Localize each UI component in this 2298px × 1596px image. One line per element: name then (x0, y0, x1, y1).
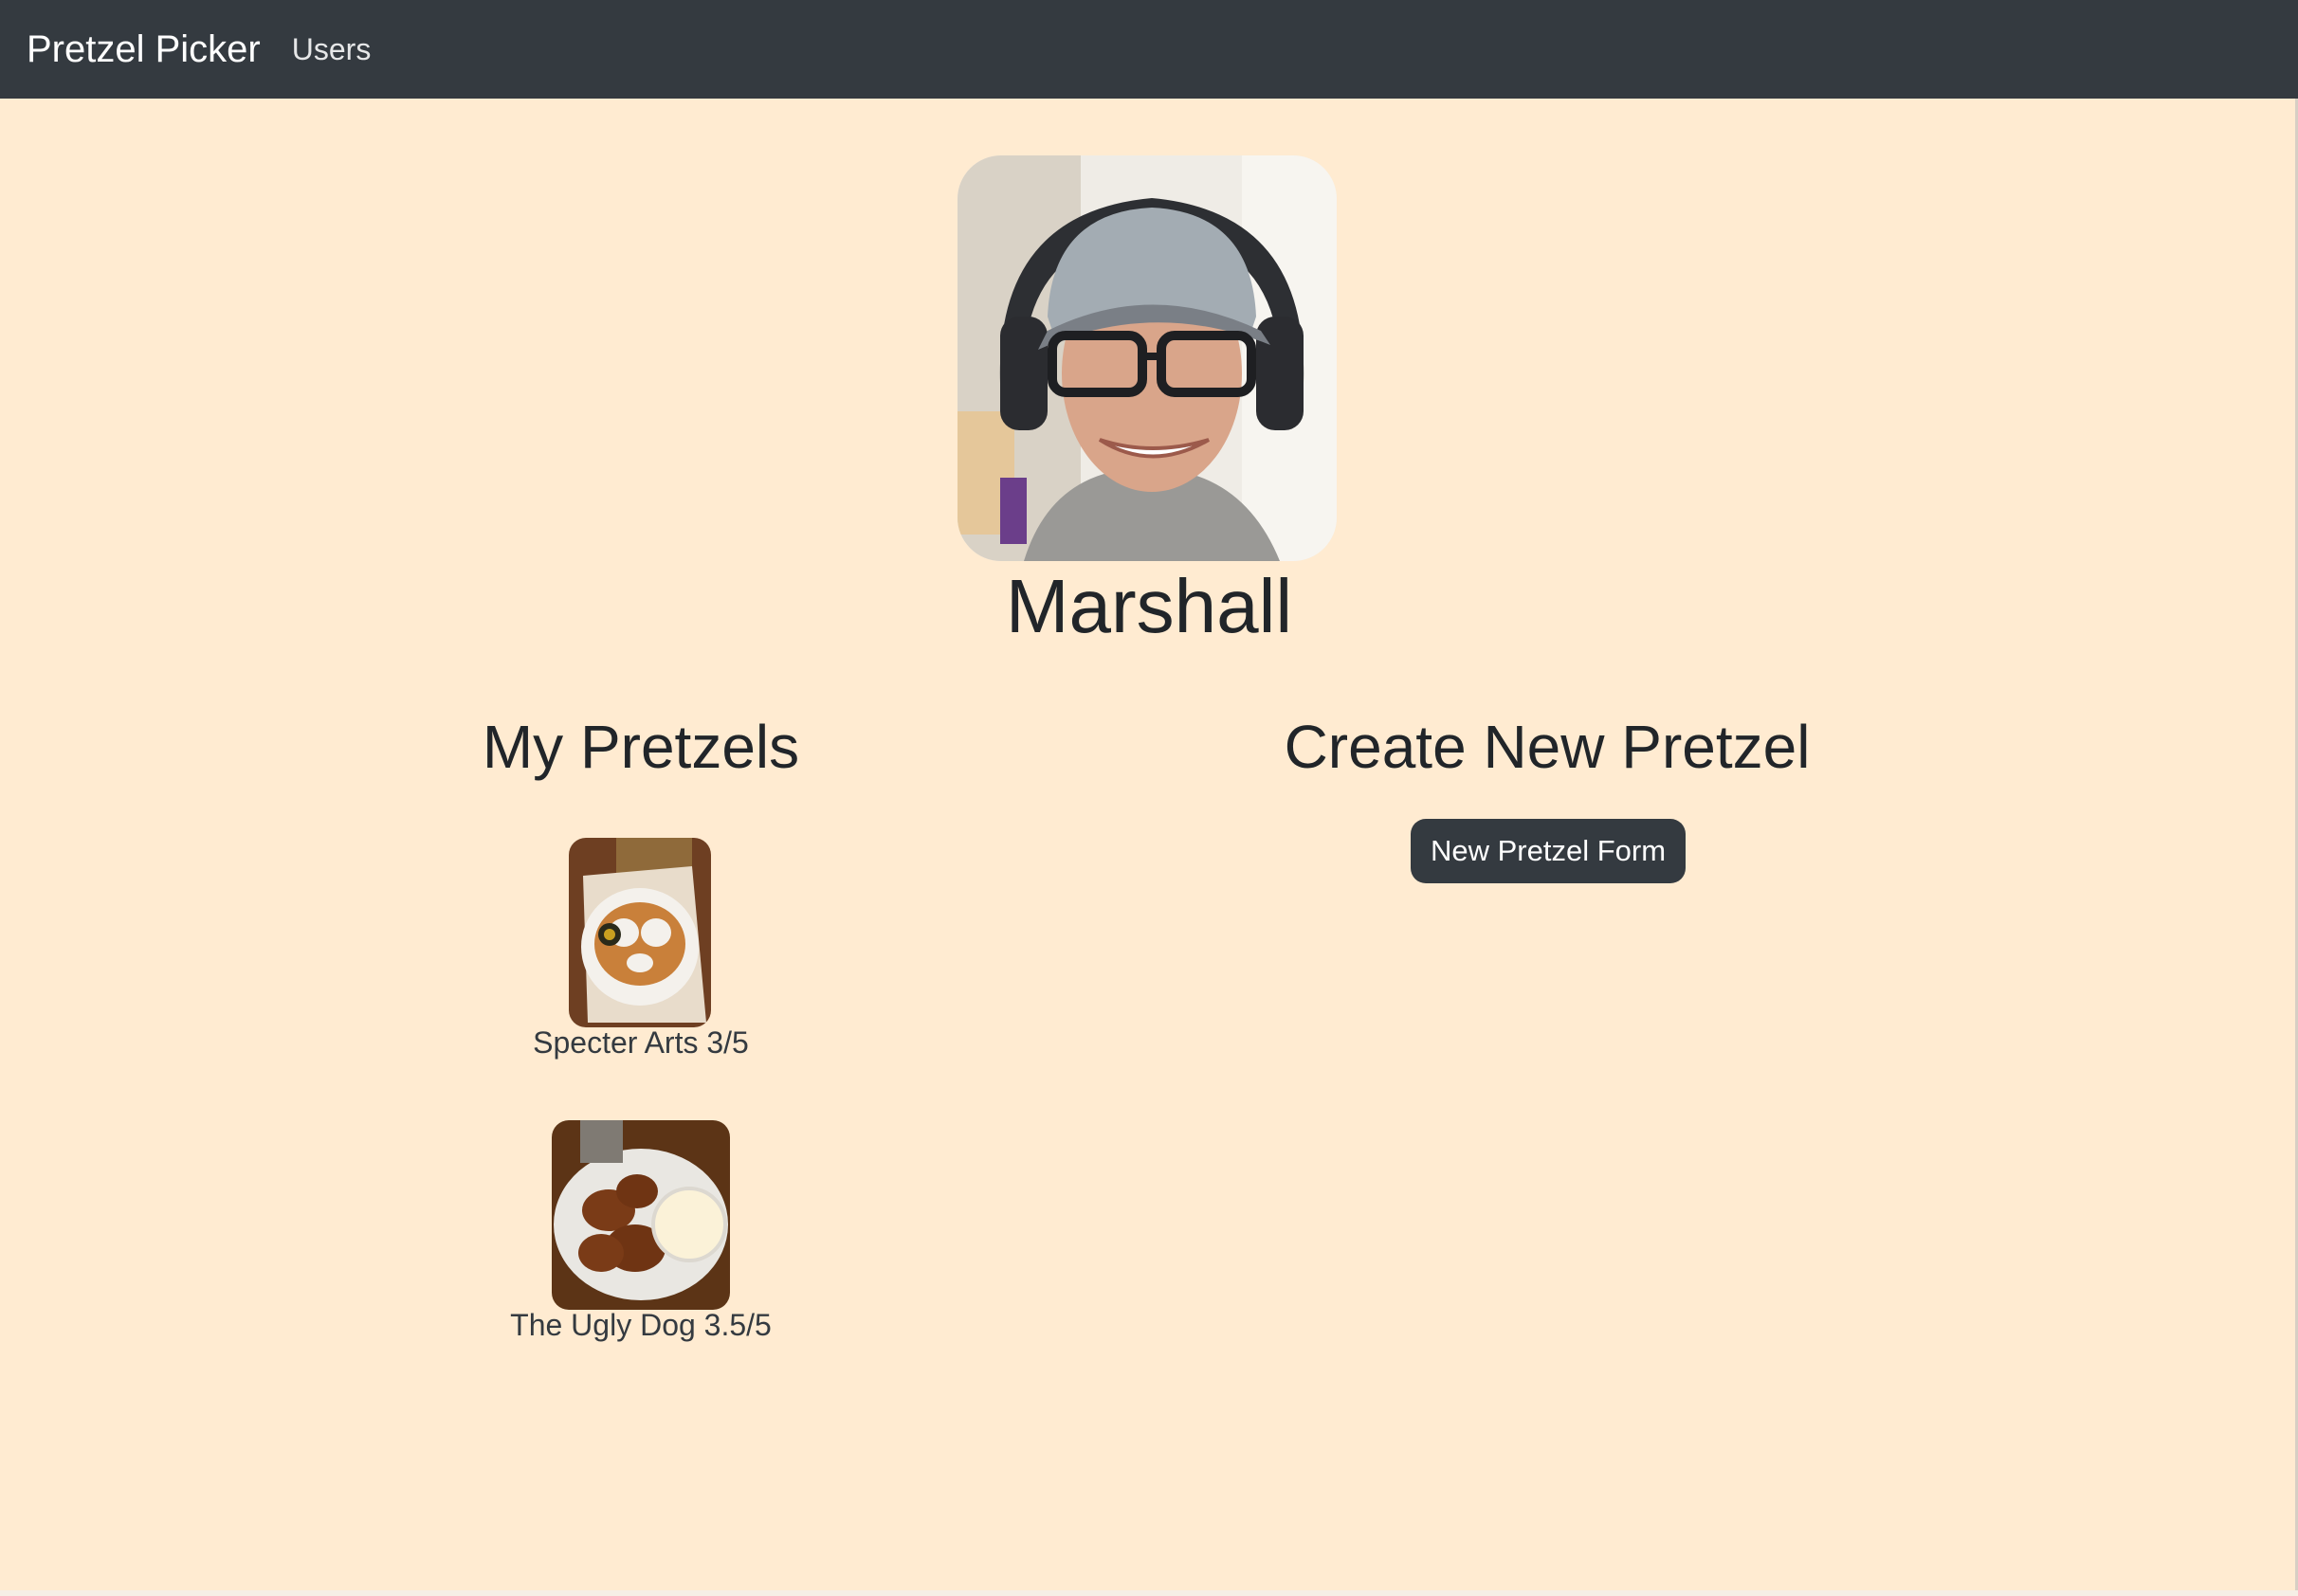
pretzel-label: Specter Arts 3/5 (533, 1025, 749, 1060)
user-photo-icon (958, 155, 1337, 561)
navbar: Pretzel Picker Users (0, 0, 2298, 99)
avatar (958, 155, 1337, 561)
pretzel-photo[interactable] (569, 838, 711, 1027)
new-pretzel-form-button[interactable]: New Pretzel Form (1411, 819, 1686, 883)
pretzel-photo-icon (552, 1120, 730, 1310)
profile-name: Marshall (1005, 564, 1293, 648)
pretzel-label: The Ugly Dog 3.5/5 (510, 1308, 772, 1342)
pretzel-card[interactable]: The Ugly Dog 3.5/5 (356, 1120, 925, 1348)
create-pretzel-heading: Create New Pretzel (1284, 713, 1811, 781)
pretzel-photo-icon (569, 838, 711, 1027)
nav-link-users[interactable]: Users (292, 32, 372, 67)
pretzel-photo[interactable] (552, 1120, 730, 1310)
pretzel-card[interactable]: Specter Arts 3/5 (356, 838, 925, 1065)
my-pretzels-heading: My Pretzels (482, 713, 800, 781)
page-bottom-edge (0, 1590, 2298, 1596)
brand-link[interactable]: Pretzel Picker (27, 28, 261, 71)
